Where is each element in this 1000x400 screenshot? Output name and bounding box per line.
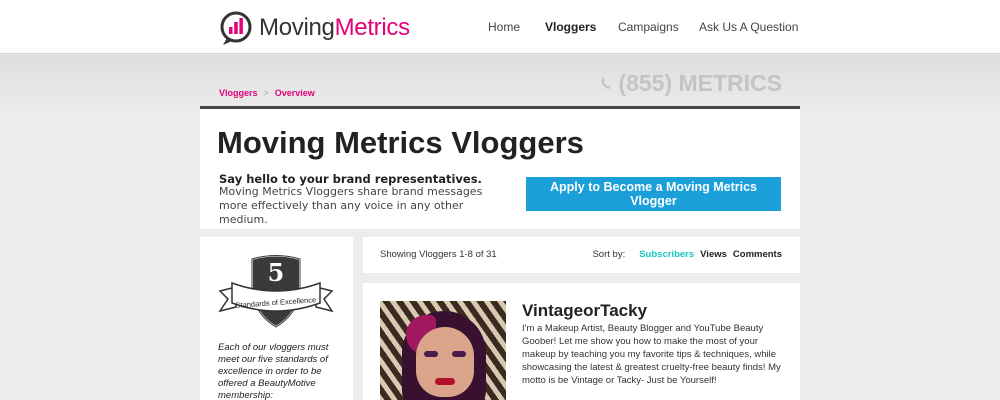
sort-label: Sort by:: [592, 249, 626, 260]
phone-number: (855) METRICS: [600, 68, 782, 98]
sort-subscribers[interactable]: Subscribers: [639, 249, 694, 260]
nav-ask-us-a-question[interactable]: Ask Us A Question: [699, 20, 798, 34]
breadcrumb-vloggers[interactable]: Vloggers: [219, 88, 258, 98]
photo-face: [416, 327, 474, 397]
photo-eye-left: [424, 351, 438, 357]
vlogger-bio: I'm a Makeup Artist, Beauty Blogger and …: [522, 323, 781, 386]
hero-description: Moving Metrics Vloggers share brand mess…: [219, 185, 483, 226]
apply-button[interactable]: Apply to Become a Moving Metrics Vlogger: [526, 177, 781, 211]
sort-comments[interactable]: Comments: [733, 249, 782, 260]
nav-campaigns[interactable]: Campaigns: [618, 20, 679, 34]
site-header: MovingMetrics Home Vloggers Campaigns As…: [0, 0, 1000, 54]
hero-lead: Say hello to your brand representatives.: [219, 172, 482, 186]
photo-eye-right: [452, 351, 466, 357]
results-count: Showing Vloggers 1-8 of 31: [380, 249, 497, 260]
nav-home[interactable]: Home: [488, 20, 520, 34]
photo-lips: [435, 378, 455, 385]
breadcrumb-separator: >: [263, 88, 269, 98]
phone-icon: [601, 77, 611, 89]
sort-controls: Sort by: Subscribers Views Comments: [592, 249, 782, 260]
breadcrumb: Vloggers > Overview: [219, 88, 315, 98]
main-nav: Home Vloggers Campaigns Ask Us A Questio…: [0, 20, 1000, 36]
vlogger-card: VintageorTacky I'm a Makeup Artist, Beau…: [363, 283, 800, 400]
vlogger-photo[interactable]: [380, 301, 506, 400]
vlogger-name[interactable]: VintageorTacky: [522, 301, 647, 321]
breadcrumb-overview[interactable]: Overview: [275, 88, 315, 98]
sidebar-standards: 5 Standards of Excellence Each of our vl…: [200, 237, 353, 400]
phone-text: (855) METRICS: [618, 69, 782, 96]
sort-views[interactable]: Views: [700, 249, 727, 260]
standards-text: Each of our vloggers must meet our five …: [218, 342, 329, 400]
page-title: Moving Metrics Vloggers: [217, 125, 584, 160]
hero-panel: Moving Metrics Vloggers Say hello to you…: [200, 106, 800, 229]
list-toolbar: Showing Vloggers 1-8 of 31 Sort by: Subsc…: [363, 237, 800, 273]
nav-vloggers[interactable]: Vloggers: [545, 20, 596, 34]
standards-badge: 5 Standards of Excellence: [218, 254, 334, 329]
badge-number: 5: [268, 258, 285, 287]
